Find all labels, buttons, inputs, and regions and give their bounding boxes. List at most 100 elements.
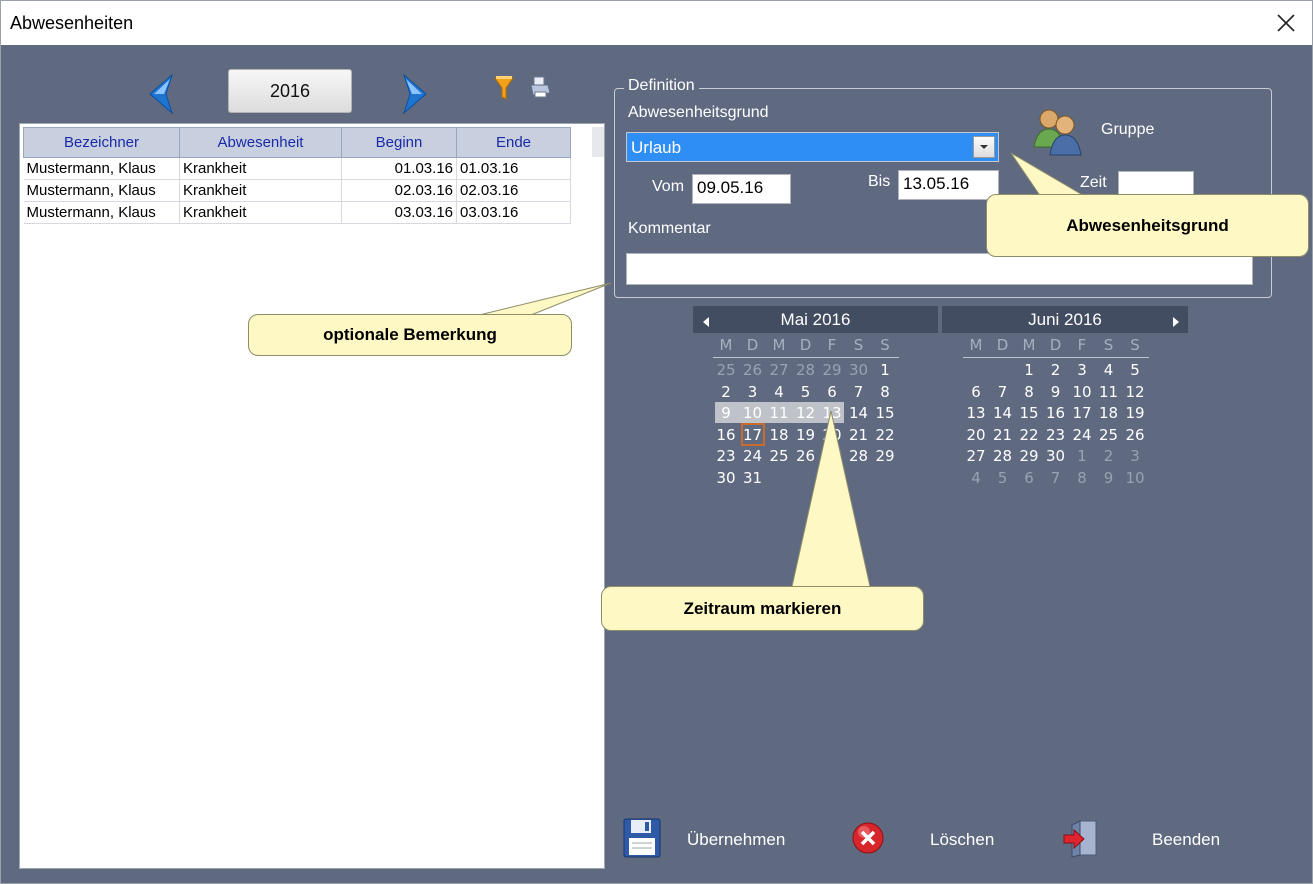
calendar-day[interactable]: 25 — [768, 445, 790, 467]
close-button[interactable] — [1266, 7, 1306, 39]
calendar-day[interactable]: 16 — [715, 424, 737, 446]
calendar-day[interactable]: 31 — [742, 467, 764, 489]
calendar-day[interactable]: 25 — [715, 359, 737, 381]
calendar-day[interactable]: 5 — [795, 381, 817, 403]
calendar-day[interactable]: 25 — [1098, 424, 1120, 446]
calendar-day[interactable]: 28 — [795, 359, 817, 381]
calendar-day[interactable]: 2 — [1098, 445, 1120, 467]
calendar-day[interactable]: 10 — [742, 402, 764, 424]
calendar-day[interactable]: 19 — [1124, 402, 1146, 424]
calendar-day[interactable]: 13 — [821, 402, 843, 424]
calendar-day[interactable]: 10 — [1124, 467, 1146, 489]
calendar-next-button[interactable] — [1171, 313, 1185, 327]
calendar-day[interactable]: 23 — [1045, 424, 1067, 446]
calendar-day[interactable]: 29 — [874, 445, 896, 467]
column-header-end[interactable]: Ende — [456, 127, 571, 158]
calendar-day[interactable]: 27 — [965, 445, 987, 467]
calendar-day[interactable]: 30 — [1045, 445, 1067, 467]
calendar-day[interactable]: 29 — [821, 359, 843, 381]
column-header-name[interactable]: Bezeichner — [23, 127, 180, 158]
next-year-button[interactable] — [396, 73, 434, 115]
calendar-day[interactable]: 9 — [1045, 381, 1067, 403]
calendar-day[interactable]: 1 — [1071, 445, 1093, 467]
calendar-day[interactable]: 2 — [715, 381, 737, 403]
comment-input[interactable] — [626, 253, 1253, 285]
calendar-day[interactable]: 6 — [1018, 467, 1040, 489]
calendar-day[interactable]: 28 — [848, 445, 870, 467]
calendar-day[interactable]: 21 — [992, 424, 1014, 446]
calendar-day[interactable]: 20 — [821, 424, 843, 446]
calendar-day[interactable]: 24 — [1071, 424, 1093, 446]
to-date-input[interactable]: 13.05.16 — [898, 170, 999, 200]
calendar-day[interactable]: 5 — [992, 467, 1014, 489]
calendar-day[interactable]: 26 — [1124, 424, 1146, 446]
from-date-input[interactable]: 09.05.16 — [692, 174, 791, 204]
calendar-day[interactable]: 7 — [1045, 467, 1067, 489]
calendar-day[interactable]: 19 — [795, 424, 817, 446]
calendar-day[interactable]: 11 — [1098, 381, 1120, 403]
calendar-day[interactable]: 11 — [768, 402, 790, 424]
calendar-day[interactable]: 4 — [1098, 359, 1120, 381]
calendar-day[interactable]: 3 — [1124, 445, 1146, 467]
calendar-day[interactable]: 13 — [965, 402, 987, 424]
calendar-day[interactable]: 24 — [742, 445, 764, 467]
calendar-day[interactable]: 7 — [848, 381, 870, 403]
calendar-day[interactable]: 22 — [874, 424, 896, 446]
calendar-day[interactable]: 12 — [795, 402, 817, 424]
calendar-day[interactable]: 1 — [1018, 359, 1040, 381]
calendar-day[interactable]: 8 — [1071, 467, 1093, 489]
calendar-day[interactable]: 23 — [715, 445, 737, 467]
calendar-day[interactable]: 17 — [1071, 402, 1093, 424]
calendar-day[interactable]: 3 — [1071, 359, 1093, 381]
calendar-day[interactable]: 20 — [965, 424, 987, 446]
dropdown-button[interactable] — [973, 136, 995, 158]
reason-select[interactable]: Urlaub — [626, 132, 999, 162]
year-button[interactable]: 2016 — [228, 69, 352, 113]
calendar-day[interactable]: 1 — [874, 359, 896, 381]
calendar-day[interactable]: 4 — [965, 467, 987, 489]
calendar-day[interactable]: 27 — [821, 445, 843, 467]
calendar-day[interactable]: 15 — [874, 402, 896, 424]
calendar-day[interactable]: 14 — [848, 402, 870, 424]
calendar-day[interactable]: 8 — [874, 381, 896, 403]
table-row[interactable]: Mustermann, Klaus Krankheit 01.03.16 01.… — [23, 157, 571, 180]
calendar-day[interactable]: 6 — [965, 381, 987, 403]
calendar-day[interactable]: 26 — [742, 359, 764, 381]
calendar-day[interactable]: 28 — [992, 445, 1014, 467]
column-header-absence[interactable]: Abwesenheit — [179, 127, 342, 158]
calendar-day[interactable]: 18 — [768, 424, 790, 446]
calendar-day[interactable]: 15 — [1018, 402, 1040, 424]
calendar-day[interactable]: 29 — [1018, 445, 1040, 467]
calendar-day[interactable]: 7 — [992, 381, 1014, 403]
calendar-day[interactable]: 17 — [742, 424, 764, 446]
save-button[interactable]: Übernehmen — [621, 813, 811, 863]
calendar-day[interactable]: 2 — [1045, 359, 1067, 381]
calendar-day[interactable]: 14 — [992, 402, 1014, 424]
calendar-day[interactable]: 9 — [1098, 467, 1120, 489]
calendar-day[interactable]: 9 — [715, 402, 737, 424]
delete-button[interactable]: Löschen — [848, 813, 1008, 863]
calendar-day[interactable]: 16 — [1045, 402, 1067, 424]
calendar-day[interactable]: 26 — [795, 445, 817, 467]
calendar-day[interactable]: 4 — [768, 381, 790, 403]
previous-year-button[interactable] — [142, 73, 180, 115]
calendar-day[interactable]: 30 — [715, 467, 737, 489]
calendar-day[interactable]: 6 — [821, 381, 843, 403]
calendar-day[interactable]: 27 — [768, 359, 790, 381]
table-row[interactable]: Mustermann, Klaus Krankheit 03.03.16 03.… — [23, 201, 571, 224]
calendar-day[interactable]: 8 — [1018, 381, 1040, 403]
calendar-day[interactable]: 22 — [1018, 424, 1040, 446]
calendar-day[interactable]: 30 — [848, 359, 870, 381]
calendar-day[interactable]: 18 — [1098, 402, 1120, 424]
table-row[interactable]: Mustermann, Klaus Krankheit 02.03.16 02.… — [23, 179, 571, 202]
calendar-day[interactable]: 10 — [1071, 381, 1093, 403]
calendar-day[interactable]: 5 — [1124, 359, 1146, 381]
chevron-left-icon — [149, 73, 174, 115]
calendar-day[interactable]: 3 — [742, 381, 764, 403]
calendar-day[interactable]: 21 — [848, 424, 870, 446]
column-header-begin[interactable]: Beginn — [341, 127, 457, 158]
print-icon[interactable] — [528, 75, 552, 101]
filter-icon[interactable] — [493, 75, 515, 103]
calendar-day[interactable]: 12 — [1124, 381, 1146, 403]
exit-button[interactable]: Beenden — [1062, 813, 1232, 863]
